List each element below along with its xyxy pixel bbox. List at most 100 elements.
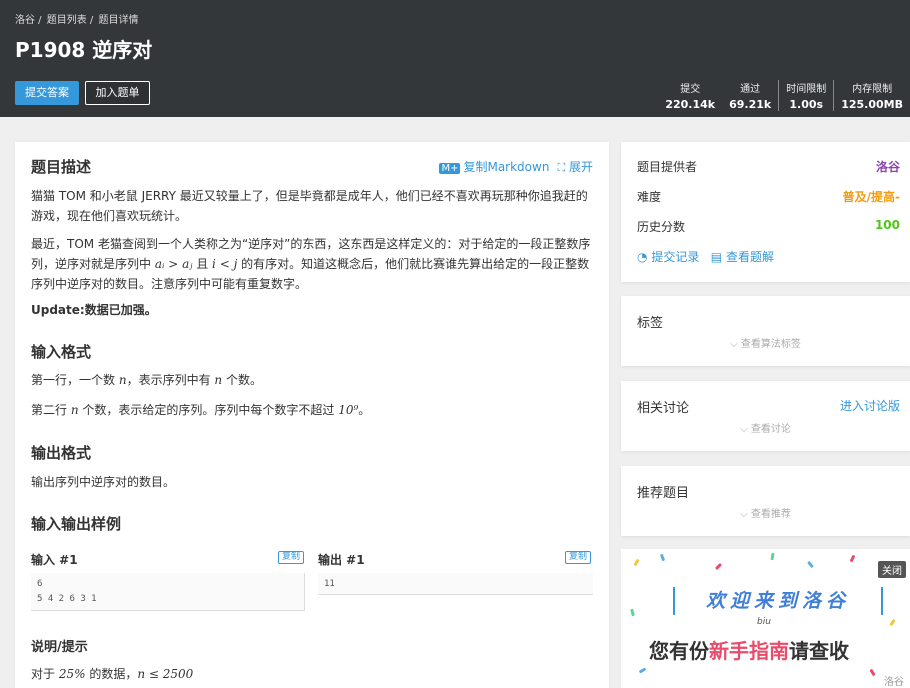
stat-time-limit: 时间限制 1.00s xyxy=(778,80,833,111)
problem-header: 洛谷 / 题目列表 / 题目详情 P1908 逆序对 提交答案 加入题单 提交 … xyxy=(0,0,910,117)
stat-value: 125.00MB xyxy=(841,98,903,111)
chevron-down-icon: ⌵ xyxy=(740,509,748,520)
text-highlight: 新手指南 xyxy=(709,639,789,663)
provider-value[interactable]: 洛谷 xyxy=(876,158,900,175)
description-paragraph-2: 最近，TOM 老猫查阅到一个人类称之为“逆序对”的东西，这东西是这样定义的：对于… xyxy=(31,234,597,294)
confetti xyxy=(630,608,635,617)
discussion-card: 相关讨论 进入讨论版 ⌵ 查看讨论 xyxy=(621,381,910,451)
copy-markdown-button[interactable]: M+ 复制Markdown xyxy=(439,158,549,175)
breadcrumb: 洛谷 / 题目列表 / 题目详情 xyxy=(15,11,141,26)
page-title: P1908 逆序对 xyxy=(15,38,153,62)
text: 个数，表示给定的序列。序列中每个数字不超过 xyxy=(78,403,339,417)
breadcrumb-home[interactable]: 洛谷 / xyxy=(15,15,42,26)
score-value: 100 xyxy=(874,218,900,232)
description-heading: 题目描述 xyxy=(31,158,92,176)
confetti xyxy=(714,562,723,571)
toggle-label: 查看推荐 xyxy=(750,509,791,520)
recommend-title: 推荐题目 xyxy=(637,486,690,501)
math-inline: n xyxy=(118,373,127,387)
banner-close-button[interactable]: 关闭 xyxy=(878,561,906,578)
update-note: Update:数据已加强。 xyxy=(31,303,157,317)
input-format-line-1: 第一行，一个数 n，表示序列中有 n 个数。 xyxy=(31,370,597,390)
math-inline: aᵢ > aⱼ xyxy=(154,257,193,271)
toggle-label: 查看讨论 xyxy=(750,424,791,435)
confetti xyxy=(849,554,856,563)
banner-biu-text: biu xyxy=(757,617,771,627)
show-recommend-toggle[interactable]: ⌵ 查看推荐 xyxy=(621,505,910,520)
text: 对于 xyxy=(31,667,59,681)
stat-label: 时间限制 xyxy=(786,84,827,95)
sample-output-code: 11 xyxy=(318,573,593,595)
tags-card: 标签 ⌵ 查看算法标签 xyxy=(621,296,910,366)
show-discussion-toggle[interactable]: ⌵ 查看讨论 xyxy=(621,420,910,435)
text: 且 xyxy=(192,257,213,271)
text: 您有份 xyxy=(649,639,709,663)
discussion-title: 相关讨论 xyxy=(637,401,690,416)
info-links: ◔ 提交记录 ▤ 查看题解 xyxy=(637,248,774,265)
input-format-heading: 输入格式 xyxy=(31,343,92,361)
input-format-line-2: 第二行 n 个数，表示给定的序列。序列中每个数字不超过 10⁹。 xyxy=(31,400,597,420)
sample-output-label: 输出 #1 xyxy=(318,553,365,567)
stat-label: 通过 xyxy=(740,84,761,95)
newbie-guide-banner[interactable]: 欢迎来到洛谷 biu 您有份新手指南请查收 关闭 洛谷 xyxy=(621,549,910,688)
stat-value: 1.00s xyxy=(789,98,824,111)
add-to-list-button[interactable]: 加入题单 xyxy=(85,81,150,105)
stat-submissions: 提交 220.14k xyxy=(658,80,722,111)
stat-value: 220.14k xyxy=(665,98,716,111)
stat-accepted: 通过 69.21k xyxy=(722,80,778,111)
link-label: 查看题解 xyxy=(725,250,774,264)
enter-discussion-link[interactable]: 进入讨论版 xyxy=(840,397,900,414)
banner-welcome-text: 欢迎来到洛谷 xyxy=(673,587,883,615)
confetti xyxy=(807,560,814,569)
copy-input-button[interactable]: 复制 xyxy=(278,551,305,564)
content-tools: M+ 复制Markdown ⛶ 展开 xyxy=(439,158,593,175)
problem-stats: 提交 220.14k 通过 69.21k 时间限制 1.00s 内存限制 125… xyxy=(658,80,910,111)
banner-guide-text: 您有份新手指南请查收 xyxy=(649,635,849,664)
tags-title: 标签 xyxy=(637,316,664,331)
math-inline: n ≤ 2500 xyxy=(137,667,194,681)
expand-label: 展开 xyxy=(568,160,593,174)
expand-icon: ⛶ xyxy=(557,161,566,174)
recommend-card: 推荐题目 ⌵ 查看推荐 xyxy=(621,466,910,536)
toggle-label: 查看算法标签 xyxy=(740,339,801,350)
solutions-link[interactable]: ▤ 查看题解 xyxy=(711,250,774,264)
markdown-icon: M+ xyxy=(439,163,461,174)
output-format-heading: 输出格式 xyxy=(31,444,92,462)
stat-label: 提交 xyxy=(680,84,701,95)
text: 第一行，一个数 xyxy=(31,373,119,387)
text: 。 xyxy=(358,403,371,417)
output-format-text: 输出序列中逆序对的数目。 xyxy=(31,475,176,489)
text: 的数据， xyxy=(85,667,138,681)
expand-button[interactable]: ⛶ 展开 xyxy=(557,158,593,175)
text: 请查收 xyxy=(789,639,849,663)
math-inline: 10⁹ xyxy=(338,403,359,417)
description-paragraph-1: 猫猫 TOM 和小老鼠 JERRY 最近又较量上了，但是毕竟都是成年人，他们已经… xyxy=(31,189,588,223)
chevron-down-icon: ⌵ xyxy=(740,424,748,435)
confetti xyxy=(770,552,775,561)
math-inline: i < j xyxy=(212,257,238,271)
banner-logo: 洛谷 xyxy=(884,677,904,688)
copy-output-button[interactable]: 复制 xyxy=(565,551,592,564)
text: ，表示序列中有 xyxy=(126,373,215,387)
submit-answer-button[interactable]: 提交答案 xyxy=(15,81,79,105)
samples-heading: 输入输出样例 xyxy=(31,515,122,533)
book-icon: ▤ xyxy=(710,250,723,264)
confetti xyxy=(869,668,876,677)
confetti xyxy=(638,667,647,674)
breadcrumb-problem-list[interactable]: 题目列表 / xyxy=(47,15,94,26)
stat-memory-limit: 内存限制 125.00MB xyxy=(833,80,910,111)
difficulty-label: 难度 xyxy=(637,190,662,204)
hint-heading: 说明/提示 xyxy=(31,640,88,655)
submission-records-link[interactable]: ◔ 提交记录 xyxy=(637,250,699,264)
link-label: 提交记录 xyxy=(651,250,700,264)
show-tags-toggle[interactable]: ⌵ 查看算法标签 xyxy=(621,335,910,350)
sample-input-label: 输入 #1 xyxy=(31,553,78,567)
confetti xyxy=(633,558,640,567)
sample-input-code: 6 5 4 2 6 3 1 xyxy=(31,573,305,611)
math-inline: n xyxy=(70,403,79,417)
score-label: 历史分数 xyxy=(637,220,686,234)
stat-label: 内存限制 xyxy=(852,84,893,95)
difficulty-value: 普及/提高- xyxy=(842,190,900,204)
chart-pie-icon: ◔ xyxy=(637,250,648,264)
hint-line-1: 对于 25% 的数据，n ≤ 2500 xyxy=(31,664,597,684)
